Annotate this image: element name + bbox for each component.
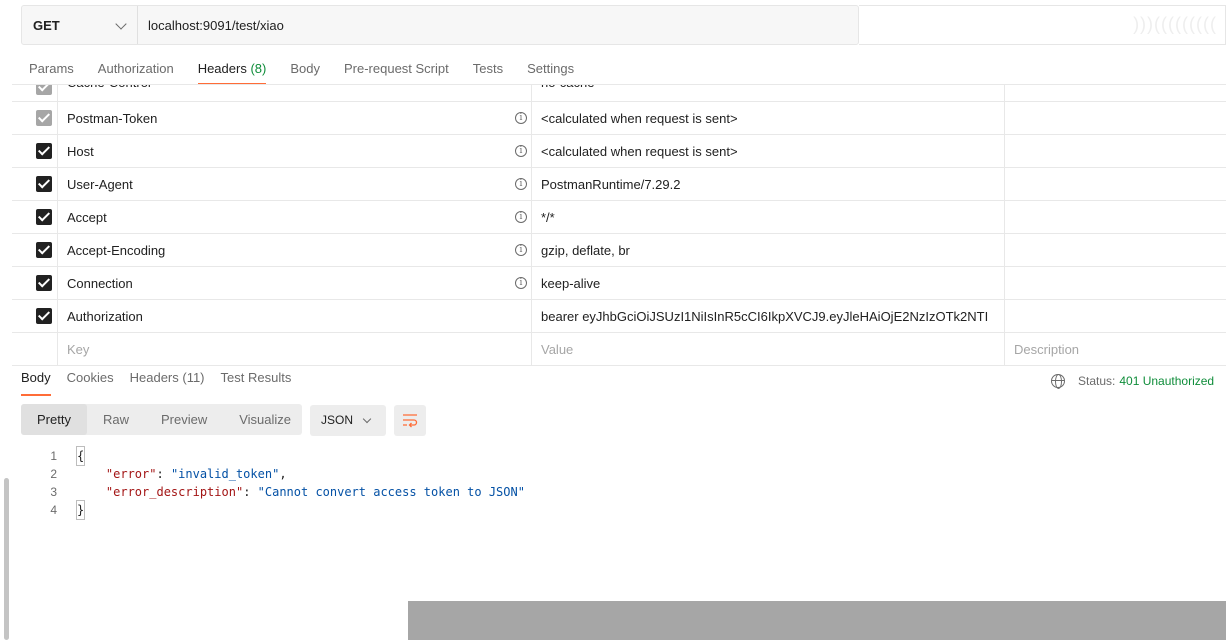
- row-checkbox[interactable]: [36, 110, 52, 126]
- globe-icon[interactable]: [1051, 374, 1065, 389]
- view-visualize[interactable]: Visualize: [223, 404, 307, 435]
- code-line: 3 "error_description": "Cannot convert a…: [40, 483, 525, 501]
- tab-pre-request-script[interactable]: Pre-request Script: [344, 55, 449, 85]
- tab-cookies[interactable]: Cookies: [67, 370, 114, 385]
- new-description-input[interactable]: Description: [1014, 342, 1079, 357]
- code-line: 1{: [40, 446, 525, 466]
- view-mode-selector: Pretty Raw Preview Visualize: [21, 404, 302, 435]
- url-input[interactable]: localhost:9091/test/xiao: [138, 18, 284, 33]
- row-checkbox[interactable]: [36, 176, 52, 192]
- tab-tests[interactable]: Tests: [473, 55, 503, 85]
- response-body-editor[interactable]: 1{ 2 "error": "invalid_token", 3 "error_…: [40, 446, 525, 520]
- info-icon[interactable]: i: [515, 244, 527, 256]
- table-row: Postman-Token i <calculated when request …: [12, 102, 1226, 135]
- header-value[interactable]: <calculated when request is sent>: [541, 111, 738, 126]
- chevron-down-icon: [362, 414, 372, 424]
- info-icon[interactable]: i: [515, 277, 527, 289]
- left-scrollbar[interactable]: [0, 0, 12, 640]
- row-checkbox[interactable]: [36, 308, 52, 324]
- header-key[interactable]: Connection: [67, 276, 133, 291]
- json-brace: }: [75, 500, 86, 520]
- code-line: 2 "error": "invalid_token",: [40, 465, 525, 483]
- info-icon[interactable]: i: [515, 112, 527, 124]
- header-key[interactable]: Host: [67, 144, 94, 159]
- header-value[interactable]: no-cache: [541, 85, 594, 90]
- table-row: Cache-Controli no-cache: [12, 85, 1226, 102]
- scrollbar-thumb[interactable]: [4, 478, 9, 640]
- url-bar: GET localhost:9091/test/xiao: [21, 5, 859, 45]
- row-checkbox[interactable]: [36, 275, 52, 291]
- json-brace: {: [75, 446, 86, 466]
- wrap-lines-icon: [403, 414, 418, 428]
- table-row-new: Key Value Description: [12, 333, 1226, 366]
- json-value: "invalid_token": [170, 467, 280, 481]
- view-pretty[interactable]: Pretty: [21, 404, 87, 435]
- header-value[interactable]: bearer eyJhbGciOiJSUzI1NiIsInR5cCI6IkpXV…: [541, 309, 988, 324]
- status-label: Status:: [1078, 374, 1116, 388]
- line-number: 1: [50, 449, 57, 463]
- format-label: JSON: [321, 413, 354, 427]
- table-row: Host i <calculated when request is sent>: [12, 135, 1226, 168]
- line-number: 2: [50, 467, 57, 481]
- send-area: )))(((((((((: [859, 5, 1226, 45]
- line-number: 4: [50, 503, 57, 517]
- table-row: Accept i */*: [12, 201, 1226, 234]
- header-key[interactable]: Authorization: [67, 309, 143, 324]
- header-key[interactable]: Cache-Control: [67, 85, 151, 90]
- row-checkbox[interactable]: [36, 85, 52, 95]
- headers-count: (8): [250, 61, 267, 76]
- tab-headers[interactable]: Headers (8): [197, 55, 267, 85]
- table-row: Authorization bearer eyJhbGciOiJSUzI1NiI…: [12, 300, 1226, 333]
- method-select[interactable]: GET: [22, 6, 138, 44]
- request-tabs: Params Authorization Headers (8) Body Pr…: [29, 55, 598, 85]
- info-icon[interactable]: i: [515, 145, 527, 157]
- tab-response-body[interactable]: Body: [21, 370, 51, 396]
- header-key[interactable]: Accept-Encoding: [67, 243, 165, 258]
- json-key: "error_description": [105, 485, 244, 499]
- view-preview[interactable]: Preview: [145, 404, 223, 435]
- header-value[interactable]: */*: [541, 210, 555, 225]
- new-value-input[interactable]: Value: [541, 342, 573, 357]
- tab-params[interactable]: Params: [29, 55, 74, 85]
- json-value: "Cannot convert access token to JSON": [257, 485, 525, 499]
- table-row: Connection i keep-alive: [12, 267, 1226, 300]
- response-status: Status: 401 Unauthorized: [1051, 374, 1214, 389]
- info-icon[interactable]: i: [515, 178, 527, 190]
- new-key-input[interactable]: Key: [67, 342, 89, 357]
- chevron-down-icon: [115, 18, 127, 30]
- tab-response-headers[interactable]: Headers (11): [130, 370, 205, 385]
- header-value[interactable]: <calculated when request is sent>: [541, 144, 738, 159]
- format-select[interactable]: JSON: [310, 405, 386, 436]
- tab-body[interactable]: Body: [290, 55, 320, 85]
- info-icon[interactable]: i: [515, 211, 527, 223]
- line-number: 3: [50, 485, 57, 499]
- table-row: User-Agent i PostmanRuntime/7.29.2: [12, 168, 1226, 201]
- overlay-panel: [408, 601, 1226, 640]
- row-checkbox[interactable]: [36, 242, 52, 258]
- code-line: 4}: [40, 500, 525, 520]
- header-key[interactable]: Postman-Token: [67, 111, 157, 126]
- header-key[interactable]: Accept: [67, 210, 107, 225]
- decorative-glyphs: )))(((((((((: [1133, 14, 1217, 34]
- json-key: "error": [105, 467, 157, 481]
- tab-settings[interactable]: Settings: [527, 55, 574, 85]
- response-tabs: Body Cookies Headers (11) Test Results: [21, 370, 307, 396]
- tab-authorization[interactable]: Authorization: [98, 55, 174, 85]
- status-code[interactable]: 401 Unauthorized: [1119, 374, 1214, 388]
- header-value[interactable]: gzip, deflate, br: [541, 243, 630, 258]
- row-checkbox[interactable]: [36, 209, 52, 225]
- row-checkbox[interactable]: [36, 143, 52, 159]
- view-raw[interactable]: Raw: [87, 404, 145, 435]
- table-row: Accept-Encoding i gzip, deflate, br: [12, 234, 1226, 267]
- tab-test-results[interactable]: Test Results: [221, 370, 292, 385]
- header-value[interactable]: keep-alive: [541, 276, 600, 291]
- method-label: GET: [33, 17, 60, 33]
- header-value[interactable]: PostmanRuntime/7.29.2: [541, 177, 680, 192]
- header-key[interactable]: User-Agent: [67, 177, 133, 192]
- headers-table: Cache-Controli no-cache Postman-Tokeni <…: [12, 84, 1226, 366]
- wrap-lines-button[interactable]: [394, 405, 426, 436]
